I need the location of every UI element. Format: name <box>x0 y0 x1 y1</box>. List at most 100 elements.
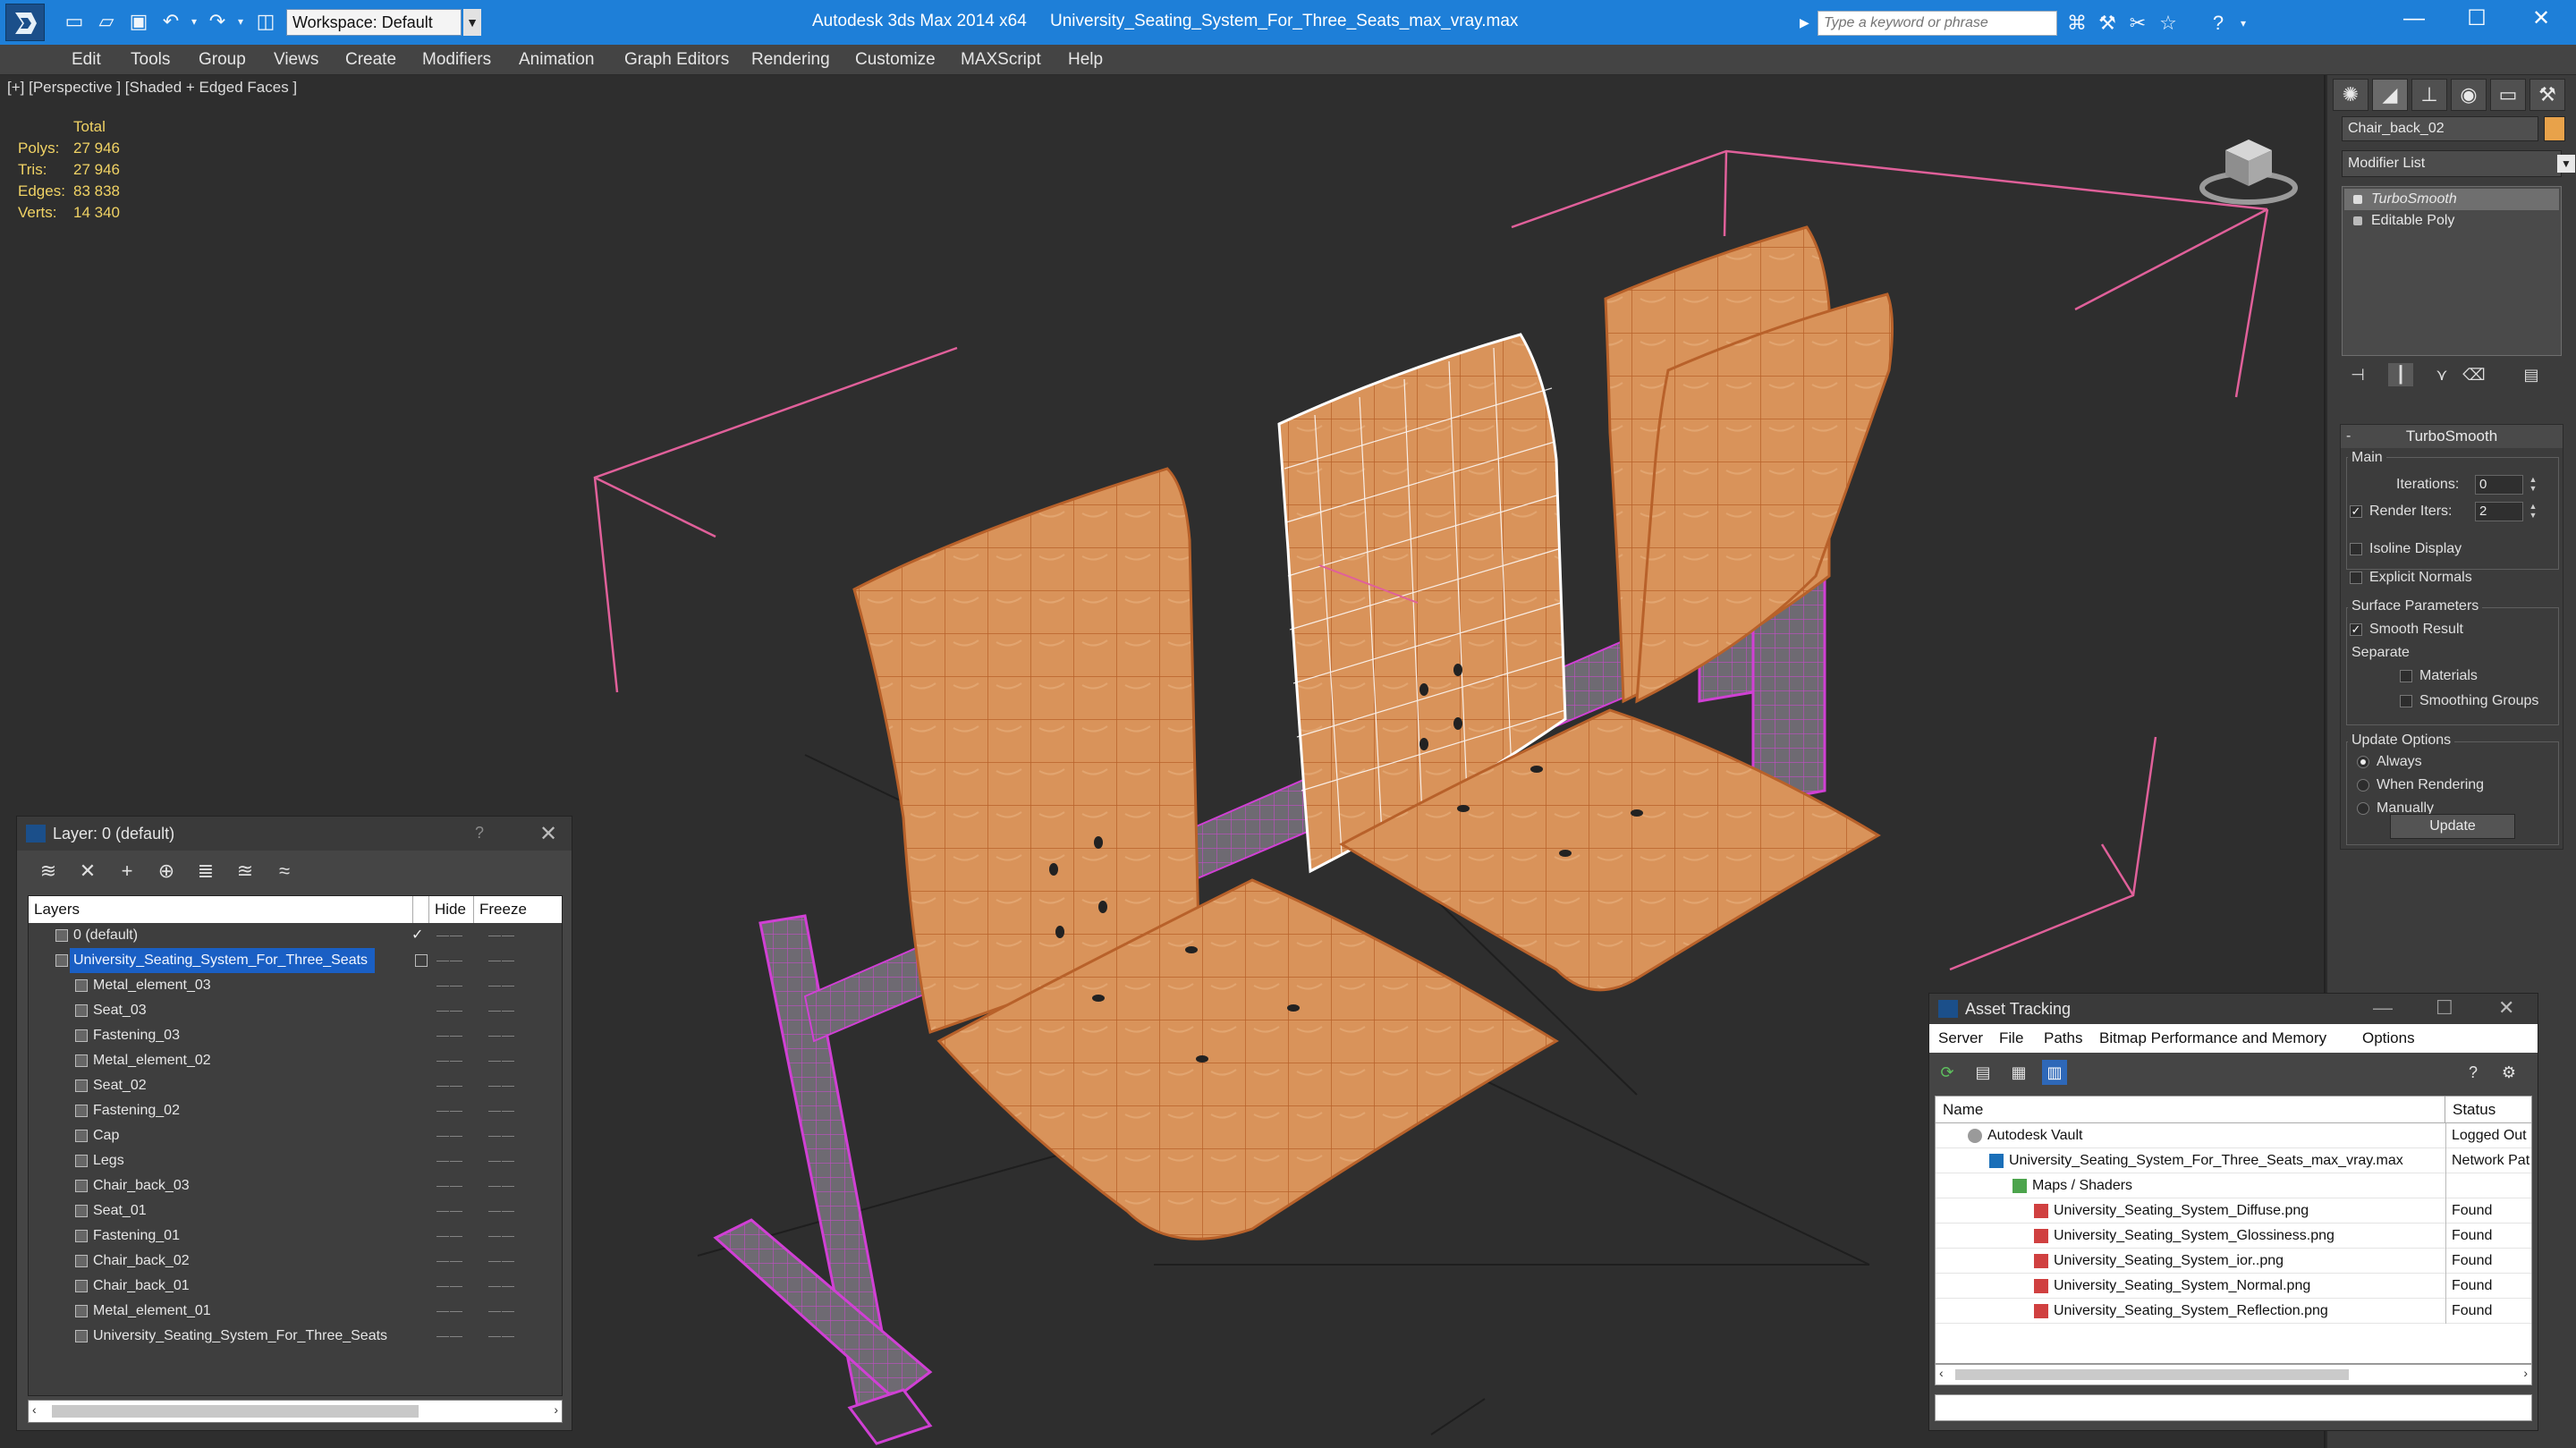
menu-maxscript[interactable]: MAXScript <box>961 45 1041 75</box>
hide-toggle[interactable]: —— <box>436 1249 463 1274</box>
render-iters-spinner[interactable]: 2 <box>2475 502 2523 521</box>
asset-row-maps-folder[interactable]: Maps / Shaders <box>1936 1173 2531 1198</box>
help-icon[interactable]: ? <box>475 824 484 843</box>
create-tab-sun-icon[interactable]: ✺ <box>2333 79 2368 111</box>
layer-row-university-seating[interactable]: University_Seating_System_For_Three_Seat… <box>29 948 562 973</box>
layer-row-object[interactable]: Fastening_01 —— —— <box>29 1224 562 1249</box>
viewcube-icon[interactable] <box>2195 114 2302 213</box>
close-button[interactable]: ✕ <box>2510 0 2572 39</box>
smoothing-groups-checkbox[interactable] <box>2400 695 2412 707</box>
asset-dialog-titlebar[interactable]: Asset Tracking — ☐ ✕ <box>1929 994 2538 1024</box>
menu-views[interactable]: Views <box>274 45 318 75</box>
asset-menu-file[interactable]: File <box>1999 1024 2023 1053</box>
spinner-arrows-icon[interactable]: ▲ ▼ <box>2527 502 2539 521</box>
render-iters-checkbox[interactable]: ✓ <box>2350 505 2362 518</box>
hide-toggle[interactable]: —— <box>436 1148 463 1173</box>
layer-row-object[interactable]: Fastening_03 —— —— <box>29 1023 562 1048</box>
modifier-list-dropdown[interactable]: Modifier List ▼ <box>2342 150 2575 177</box>
hide-toggle[interactable]: —— <box>436 1098 463 1123</box>
asset-row-vault[interactable]: Autodesk Vault Logged Out <box>1936 1123 2531 1148</box>
scroll-right-icon[interactable]: › <box>554 1402 558 1417</box>
refresh-icon[interactable]: ⟳ <box>1935 1060 1960 1085</box>
freeze-toggle[interactable]: —— <box>488 1073 515 1098</box>
col-hide[interactable]: Hide <box>429 896 474 923</box>
layer-row-object[interactable]: Chair_back_03 —— —— <box>29 1173 562 1198</box>
viewport-label[interactable]: [+] [Perspective ] [Shaded + Edged Faces… <box>7 79 297 97</box>
menu-animation[interactable]: Animation <box>519 45 595 75</box>
lightbulb-icon[interactable] <box>2353 195 2362 204</box>
select-highlighted-icon[interactable]: ⊕ <box>153 858 180 885</box>
object-name-field[interactable]: Chair_back_02 <box>2342 116 2538 141</box>
col-name[interactable]: Name <box>1936 1097 2445 1123</box>
hierarchy-tab-icon[interactable]: ⊥ <box>2411 79 2447 111</box>
menu-edit[interactable]: Edit <box>72 45 101 75</box>
create-layer-icon[interactable]: ≋ <box>35 858 62 885</box>
always-radio[interactable] <box>2357 756 2369 768</box>
maximize-button[interactable]: ☐ <box>2445 0 2508 39</box>
help-icon[interactable]: ? <box>2206 11 2231 36</box>
update-button[interactable]: Update <box>2390 814 2515 839</box>
layer-row-object[interactable]: Seat_01 —— —— <box>29 1198 562 1224</box>
set-current-box-icon[interactable] <box>415 954 428 967</box>
make-unique-icon[interactable]: ⋎ <box>2429 363 2454 386</box>
hide-toggle[interactable]: —— <box>436 1048 463 1073</box>
freeze-toggle[interactable]: —— <box>488 1274 515 1299</box>
motion-tab-icon[interactable]: ◉ <box>2451 79 2487 111</box>
add-to-layer-icon[interactable]: + <box>114 858 140 885</box>
layer-row-default[interactable]: 0 (default) ✓ —— —— <box>29 923 562 948</box>
layer-row-object[interactable]: Metal_element_03 —— —— <box>29 973 562 998</box>
display-tab-icon[interactable]: ▭ <box>2490 79 2526 111</box>
isoline-display-checkbox[interactable] <box>2350 543 2362 555</box>
pin-stack-icon[interactable]: ⊣ <box>2345 363 2370 386</box>
help-dropdown-icon[interactable]: ▾ <box>2231 11 2256 36</box>
rollout-title[interactable]: TurboSmooth <box>2341 425 2563 448</box>
menu-create[interactable]: Create <box>345 45 396 75</box>
freeze-all-layers-icon[interactable]: ≈ <box>271 858 298 885</box>
hide-toggle[interactable]: —— <box>436 973 463 998</box>
col-layers[interactable]: Layers <box>29 896 413 923</box>
scroll-thumb[interactable] <box>52 1405 419 1418</box>
table-view-icon[interactable]: ▥ <box>2042 1060 2067 1085</box>
settings-icon[interactable]: ⚙ <box>2496 1060 2521 1085</box>
open-file-icon[interactable]: ▱ <box>95 10 118 33</box>
materials-checkbox[interactable] <box>2400 670 2412 682</box>
freeze-toggle[interactable]: —— <box>488 1249 515 1274</box>
delete-layer-icon[interactable]: ✕ <box>74 858 101 885</box>
menu-group[interactable]: Group <box>199 45 246 75</box>
layer-row-object[interactable]: Seat_02 —— —— <box>29 1073 562 1098</box>
subscription-icon[interactable]: ⚒ <box>2095 11 2120 36</box>
manually-radio[interactable] <box>2357 802 2369 815</box>
explicit-normals-checkbox[interactable] <box>2350 572 2362 584</box>
freeze-toggle[interactable]: —— <box>488 1299 515 1324</box>
menu-tools[interactable]: Tools <box>131 45 170 75</box>
tree-view-icon[interactable]: ▦ <box>2006 1060 2031 1085</box>
layer-row-object[interactable]: Seat_03 —— —— <box>29 998 562 1023</box>
layer-row-object[interactable]: Chair_back_01 —— —— <box>29 1274 562 1299</box>
spinner-arrows-icon[interactable]: ▲ ▼ <box>2527 475 2539 495</box>
modify-tab-icon[interactable]: ◢ <box>2372 79 2408 111</box>
scroll-right-icon[interactable]: › <box>2523 1366 2528 1380</box>
layer-row-object[interactable]: University_Seating_System_For_Three_Seat… <box>29 1324 562 1349</box>
asset-row-bitmap[interactable]: University_Seating_System_ior..png Found <box>1936 1249 2531 1274</box>
iterations-spinner[interactable]: 0 <box>2475 475 2523 495</box>
asset-row-bitmap[interactable]: University_Seating_System_Normal.png Fou… <box>1936 1274 2531 1299</box>
redo-icon[interactable]: ↷ <box>206 10 229 33</box>
search-expand-icon[interactable]: ▶ <box>1800 11 1816 34</box>
project-folder-icon[interactable]: ◫ <box>254 10 277 33</box>
scroll-left-icon[interactable]: ‹ <box>1939 1366 1944 1380</box>
freeze-toggle[interactable]: —— <box>488 1173 515 1198</box>
undo-dropdown-icon[interactable]: ▾ <box>182 10 206 33</box>
freeze-toggle[interactable]: —— <box>488 1048 515 1073</box>
minimize-icon[interactable]: — <box>2373 996 2393 1020</box>
utilities-tab-hammer-icon[interactable]: ⚒ <box>2529 79 2565 111</box>
asset-menu-bitmap-performance[interactable]: Bitmap Performance and Memory <box>2099 1024 2326 1053</box>
asset-menu-paths[interactable]: Paths <box>2044 1024 2082 1053</box>
hide-toggle[interactable]: —— <box>436 1198 463 1224</box>
hide-toggle[interactable]: —— <box>436 998 463 1023</box>
hide-toggle[interactable]: —— <box>436 948 463 973</box>
object-color-swatch[interactable] <box>2544 116 2565 141</box>
freeze-toggle[interactable]: —— <box>488 1148 515 1173</box>
chair-back-03[interactable] <box>1604 225 1894 704</box>
layer-row-object[interactable]: Metal_element_01 —— —— <box>29 1299 562 1324</box>
hide-toggle[interactable]: —— <box>436 1123 463 1148</box>
